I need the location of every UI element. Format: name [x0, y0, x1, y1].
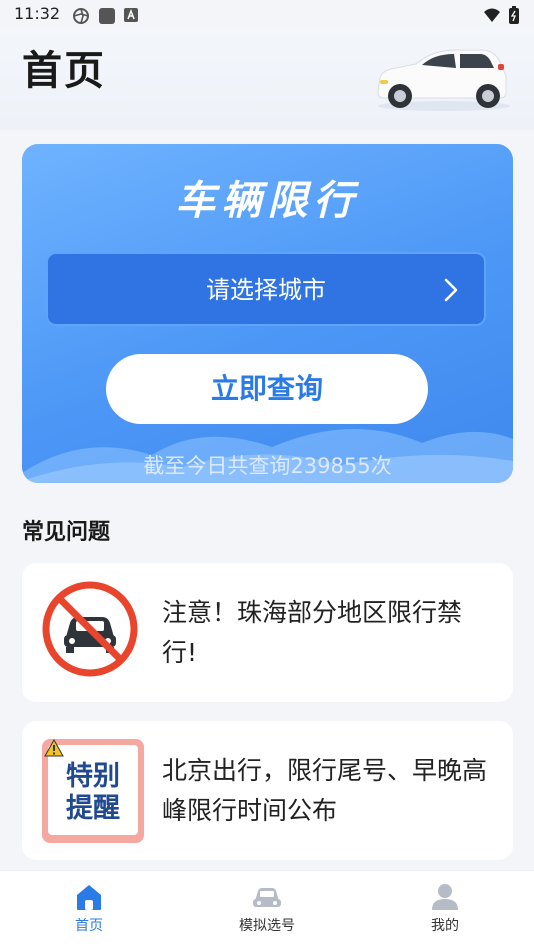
status-bar: 11:32 — [0, 0, 534, 30]
tab-simulate-label: 模拟选号 — [239, 918, 295, 934]
badge-text-line1: 特别 — [66, 761, 120, 792]
badge-text-line2: 提醒 — [66, 793, 120, 824]
tab-home-label: 首页 — [75, 918, 103, 934]
query-count-text: 截至今日共查询239855次 — [143, 454, 392, 478]
faq-item-text: 注意！珠海部分地区限行禁行! — [162, 598, 463, 667]
city-select-label: 请选择城市 — [206, 276, 326, 304]
bottom-tab-bar: 首页 模拟选号 我的 — [0, 870, 534, 951]
tab-mine[interactable]: 我的 — [356, 871, 534, 951]
page-title: 首页 — [22, 48, 106, 94]
battery-icon — [509, 6, 519, 24]
home-icon — [77, 885, 101, 910]
faq-section-title: 常见问题 — [22, 520, 111, 545]
chevron-right-icon — [444, 278, 458, 302]
tab-mine-label: 我的 — [431, 918, 459, 934]
status-time: 11:32 — [14, 4, 61, 23]
car-illustration-icon — [377, 49, 510, 111]
person-icon — [432, 884, 458, 910]
query-now-button[interactable]: 立即查询 — [106, 354, 428, 424]
faq-item-text: 北京出行，限行尾号、早晚高峰限行时间公布 — [162, 756, 488, 825]
restriction-title: 车辆限行 — [175, 178, 360, 224]
faq-item[interactable]: 特别 提醒 北京出行，限行尾号、早晚高峰限行时间公布 — [22, 721, 513, 860]
tab-simulate-number[interactable]: 模拟选号 — [178, 871, 356, 951]
warning-icon — [44, 739, 64, 757]
city-select-dropdown[interactable]: 请选择城市 — [46, 252, 486, 326]
no-car-sign-icon — [42, 581, 138, 677]
special-reminder-badge: 特别 提醒 — [42, 739, 144, 843]
wifi-icon — [484, 8, 500, 22]
faq-item[interactable]: 注意！珠海部分地区限行禁行! — [22, 563, 513, 702]
square-notification-icon — [99, 8, 115, 24]
car-icon — [253, 888, 281, 907]
aperture-icon — [73, 8, 89, 24]
tab-home[interactable]: 首页 — [0, 871, 178, 951]
vehicle-restriction-card: 车辆限行 请选择城市 立即查询 截至今日共查询239855次 — [22, 144, 513, 483]
font-a-icon — [124, 8, 138, 22]
